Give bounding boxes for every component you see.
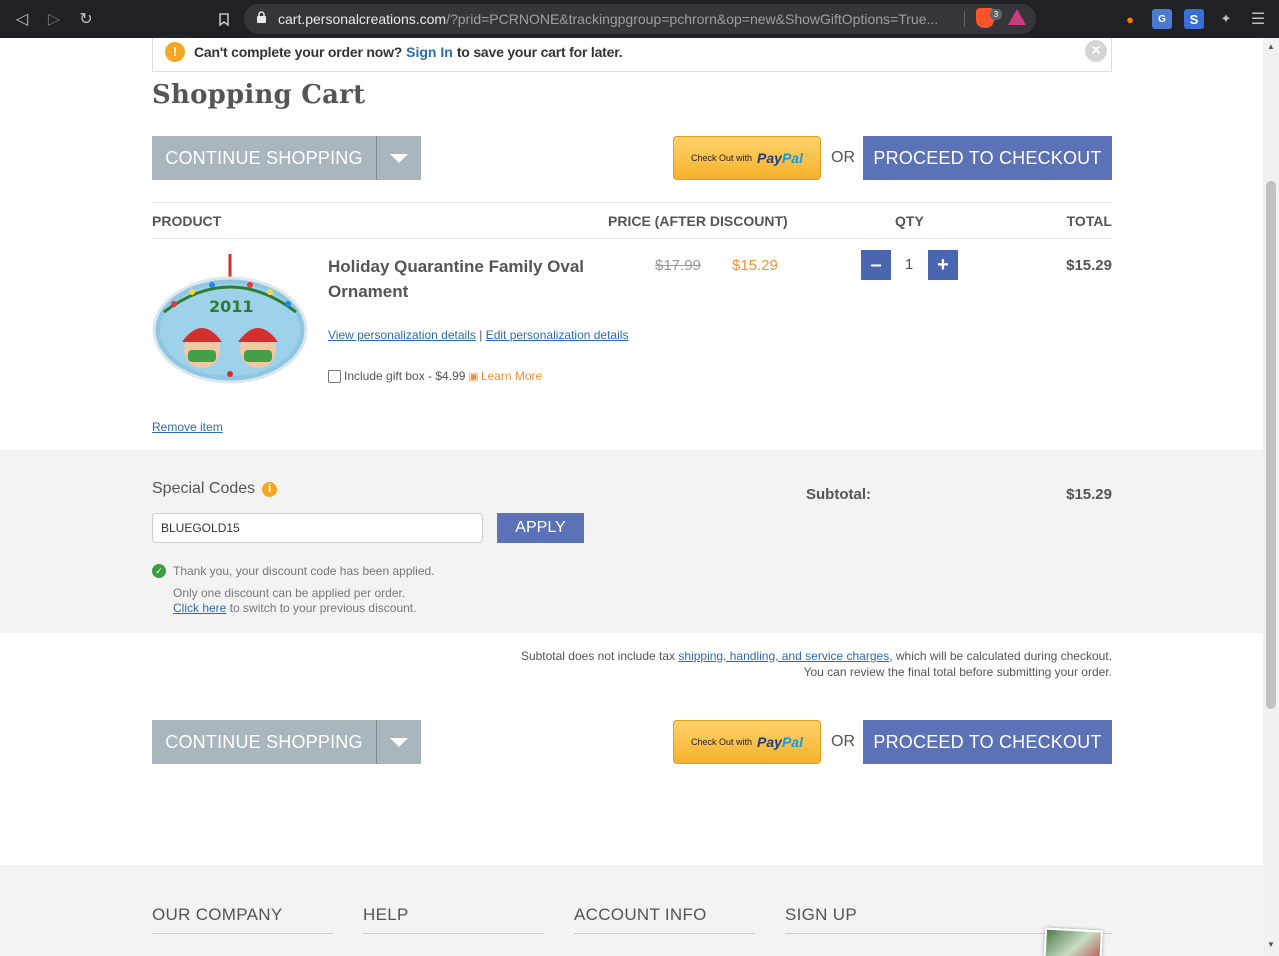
check-icon: ✓ [152,564,166,578]
learn-more-link[interactable]: Learn More [481,369,542,383]
header-qty: QTY [895,213,924,229]
line-total: $15.29 [1066,257,1112,274]
cart-page: ! Can't complete your order now? Sign In… [0,38,1263,956]
header-product: PRODUCT [152,213,222,229]
view-personalization-link[interactable]: View personalization details [328,328,476,342]
product-image[interactable]: 2011 [152,252,308,386]
switch-discount-note: Click here to switch to your previous di… [173,601,416,615]
paypal-checkout-button[interactable]: Check Out with PayPal [673,720,821,764]
discounted-price: $15.29 [732,257,778,274]
site-footer: OUR COMPANY HELP ACCOUNT INFO SIGN UP [0,865,1263,956]
qty-value[interactable]: 1 [898,256,920,273]
special-codes-section: Special Codes i APPLY ✓ Thank you, your … [0,450,1263,633]
bottom-action-row: CONTINUE SHOPPING Check Out with PayPal … [152,720,1112,764]
chevron-down-icon[interactable] [377,136,421,180]
svg-text:2011: 2011 [209,297,254,316]
reload-icon[interactable]: ↻ [70,3,102,35]
paypal-small-label: Check Out with [691,153,753,163]
header-price: PRICE (AFTER DISCOUNT) [608,213,788,229]
chevron-down-icon[interactable] [377,720,421,764]
qty-increase-button[interactable]: + [928,250,958,280]
scrollbar-thumb[interactable] [1266,181,1276,709]
special-codes-title: Special Codes i [152,480,278,498]
extensions-puzzle-icon[interactable]: ✦ [1216,9,1236,29]
browser-toolbar: ◁ ▷ ↻ cart.personalcreations.com /?prid=… [0,0,1279,38]
gift-box-label[interactable]: Include gift box - $4.99 [344,369,465,383]
forward-arrow-icon[interactable]: ▷ [38,3,70,35]
warning-icon: ! [165,41,185,62]
gift-icon: ▣ [468,370,479,383]
special-codes-label: Special Codes [152,480,256,497]
brave-rewards-icon[interactable] [1008,9,1026,25]
footer-account-info[interactable]: ACCOUNT INFO [574,905,755,934]
extension-fire-icon[interactable]: ● [1120,9,1140,29]
close-icon[interactable]: × [1085,40,1107,62]
paypal-small-label: Check Out with [691,737,753,747]
catalog-image[interactable] [1042,927,1104,956]
paypal-checkout-button[interactable]: Check Out with PayPal [673,136,821,180]
original-price: $17.99 [655,257,701,274]
extension-s-icon[interactable]: S [1184,9,1204,29]
success-text: Thank you, your discount code has been a… [173,564,435,578]
switch-discount-text: to switch to your previous discount. [229,601,417,615]
lock-icon [256,11,268,27]
continue-shopping-label[interactable]: CONTINUE SHOPPING [152,720,376,764]
qty-decrease-button[interactable]: – [861,250,891,280]
info-icon[interactable]: i [262,481,278,497]
scroll-up-icon[interactable]: ▲ [1267,42,1275,51]
continue-shopping-button[interactable]: CONTINUE SHOPPING [152,720,421,764]
tax-note-after: , which will be calculated during checko… [889,649,1112,663]
paypal-logo: PayPal [757,734,803,750]
click-here-link[interactable]: Click here [173,601,226,615]
paypal-logo: PayPal [757,150,803,166]
brave-shield-count: 3 [990,9,1002,20]
continue-shopping-button[interactable]: CONTINUE SHOPPING [152,136,421,180]
edit-personalization-link[interactable]: Edit personalization details [486,328,629,342]
or-label: OR [831,149,855,166]
scroll-down-icon[interactable]: ▼ [1267,940,1275,949]
alert-message: Can't complete your order now? [194,43,403,60]
promo-code-input[interactable] [152,513,483,543]
alert-message-after: to save your cart for later. [456,43,623,60]
menu-icon[interactable]: ☰ [1248,9,1268,29]
one-discount-note: Only one discount can be applied per ord… [173,586,406,600]
remove-item-link[interactable]: Remove item [152,420,223,434]
cart-table-header: PRODUCT PRICE (AFTER DISCOUNT) QTY TOTAL [152,202,1112,239]
address-bar[interactable]: cart.personalcreations.com /?prid=PCRNON… [244,4,1036,34]
continue-shopping-label[interactable]: CONTINUE SHOPPING [152,136,376,180]
shipping-charges-link[interactable]: shipping, handling, and service charges [678,649,889,663]
subtotal-label: Subtotal: [806,486,871,503]
url-path: /?prid=PCRNONE&trackingpgroup=pchrorn&op… [446,11,939,27]
url-host: cart.personalcreations.com [278,11,447,27]
proceed-to-checkout-button[interactable]: PROCEED TO CHECKOUT [863,136,1112,180]
subtotal-value: $15.29 [1066,486,1112,503]
apply-button[interactable]: APPLY [497,513,584,543]
sign-in-link[interactable]: Sign In [406,44,453,60]
page-scrollbar[interactable]: ▲ ▼ [1263,38,1279,956]
tax-note-text: Subtotal does not include tax [520,649,676,663]
footer-our-company[interactable]: OUR COMPANY [152,905,333,934]
or-label: OR [831,733,855,750]
back-arrow-icon[interactable]: ◁ [6,3,38,35]
gift-box-option: Include gift box - $4.99 ▣ Learn More [328,369,542,383]
bookmark-icon[interactable] [208,3,240,35]
personalization-links: View personalization details | Edit pers… [328,328,628,342]
extension-translate-icon[interactable]: G [1152,9,1172,29]
gift-box-checkbox[interactable] [328,369,341,383]
url-separator [964,11,965,27]
tax-note-line2: You can review the final total before su… [803,665,1112,679]
page-title: Shopping Cart [152,80,366,110]
footer-help[interactable]: HELP [363,905,544,934]
discount-success-message: ✓ Thank you, your discount code has been… [152,564,435,578]
proceed-to-checkout-button[interactable]: PROCEED TO CHECKOUT [863,720,1112,764]
product-name[interactable]: Holiday Quarantine Family Oval Ornament [328,254,608,304]
header-total: TOTAL [1066,213,1112,229]
tax-note: Subtotal does not include tax shipping, … [521,648,1112,680]
link-separator: | [479,328,483,342]
top-action-row: CONTINUE SHOPPING Check Out with PayPal … [152,136,1112,180]
save-cart-alert: ! Can't complete your order now? Sign In… [152,38,1112,72]
